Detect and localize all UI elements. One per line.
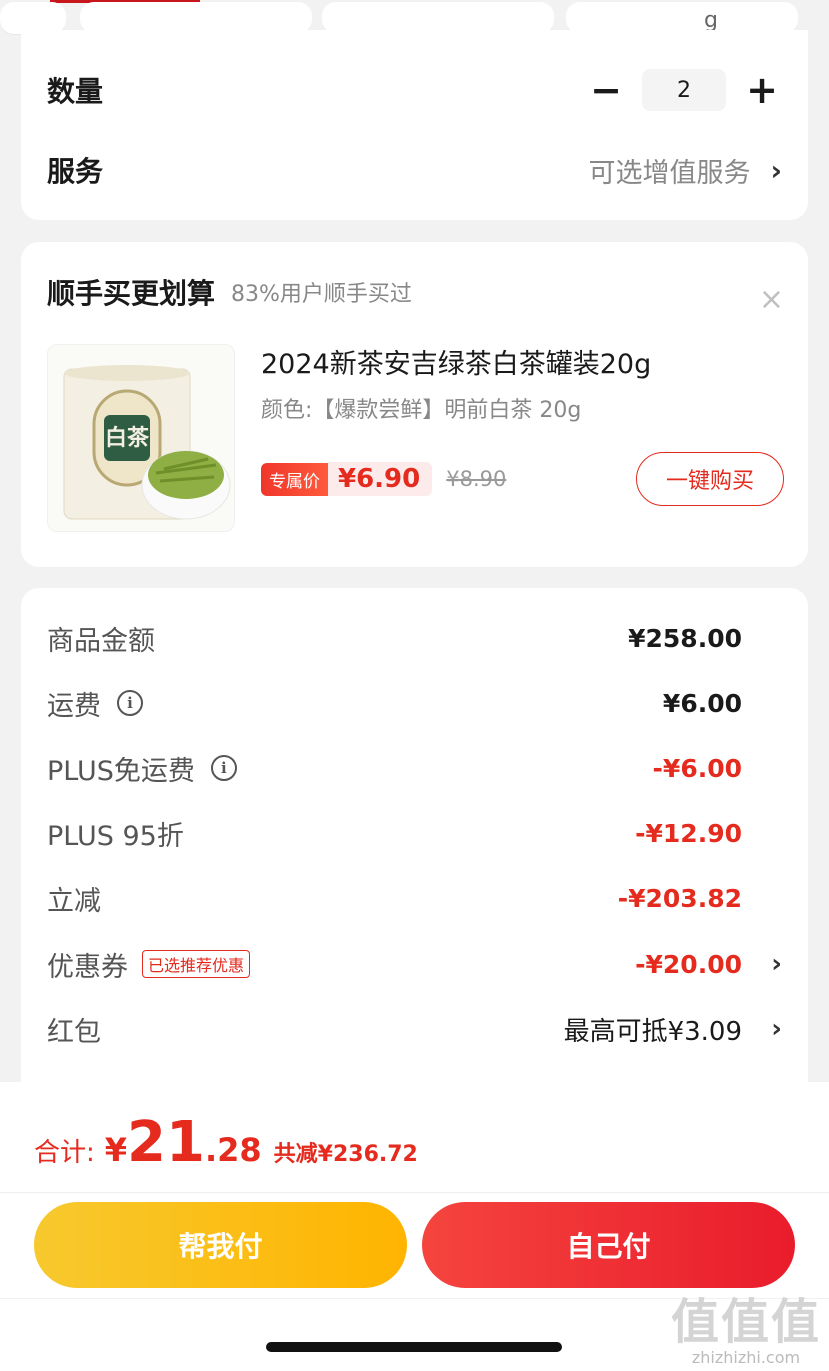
summary-label: 立减: [47, 885, 101, 917]
total-decimal: .28: [204, 1131, 262, 1169]
total-currency: ¥: [104, 1131, 128, 1169]
original-price: ¥8.90: [446, 467, 507, 491]
addon-price: 专属价 ¥6.90 ¥8.90: [261, 462, 506, 496]
quantity-plus-button[interactable]: +: [742, 71, 782, 109]
chevron-right-icon: ›: [771, 949, 782, 979]
summary-value: -¥12.90: [635, 818, 742, 848]
exclusive-price-tag: 专属价: [261, 462, 328, 496]
exclusive-price: ¥6.90: [328, 462, 433, 496]
chevron-right-icon: ›: [770, 153, 782, 187]
price-summary-card: 商品金额 ¥258.00 运费 i ¥6.00 PLUS免运费 i -¥6.00…: [21, 588, 808, 1108]
addon-product-spec: 颜色:【爆款尝鲜】明前白茶 20g: [261, 398, 582, 423]
self-pay-button[interactable]: 自己付: [422, 1202, 795, 1288]
tea-can-image[interactable]: 白茶: [47, 344, 235, 532]
summary-row-plus-shipping: PLUS免运费 i -¥6.00: [47, 748, 782, 788]
quantity-label: 数量: [47, 75, 104, 108]
one-click-buy-button[interactable]: 一键购买: [636, 452, 784, 506]
summary-row-plus-discount: PLUS 95折 -¥12.90: [47, 813, 782, 853]
summary-label-wrap: PLUS免运费 i: [47, 749, 237, 788]
total-saved: 共减¥236.72: [273, 1142, 418, 1167]
service-label: 服务: [47, 155, 104, 188]
total-amount: 合计: ¥ 21 .28 共减¥236.72: [34, 1110, 418, 1175]
summary-label: PLUS 95折: [47, 820, 184, 852]
info-icon[interactable]: i: [117, 690, 143, 716]
recommend-badge: 已选推荐优惠: [142, 950, 251, 978]
summary-label: 红包: [47, 1016, 101, 1048]
addon-subtitle: 83%用户顺手买过: [231, 282, 412, 307]
addon-title: 顺手买更划算: [47, 277, 216, 310]
watermark-text: zhizhizhi.com: [691, 1348, 801, 1367]
divider: [0, 1192, 829, 1193]
summary-label: 优惠券: [47, 951, 128, 983]
summary-value: -¥20.00: [635, 949, 742, 979]
watermark-glyph: 值值值: [670, 1294, 821, 1350]
summary-row-shipping: 运费 i ¥6.00: [47, 683, 782, 723]
home-indicator[interactable]: [266, 1342, 562, 1352]
quantity-stepper: − 2 +: [586, 69, 782, 111]
summary-label-wrap: 运费 i: [47, 684, 143, 723]
addon-product-title[interactable]: 2024新茶安吉绿茶白茶罐装20g: [261, 342, 651, 381]
quantity-row: 数量 − 2 +: [47, 68, 782, 112]
summary-label: PLUS免运费: [47, 755, 195, 787]
quantity-input[interactable]: 2: [642, 69, 726, 111]
summary-label: 运费: [47, 690, 101, 722]
info-icon[interactable]: i: [210, 755, 237, 781]
summary-row-red-packet[interactable]: 红包 最高可抵¥3.09 ›: [47, 1009, 782, 1049]
quantity-minus-button[interactable]: −: [586, 71, 626, 109]
watermark-logo: 值值值 zhizhizhi.com: [671, 1282, 821, 1367]
close-icon[interactable]: ×: [759, 282, 784, 317]
checkout-bar: 合计: ¥ 21 .28 共减¥236.72 帮我付 自己付 值值值 zhizh…: [0, 1082, 829, 1371]
total-label: 合计:: [34, 1138, 95, 1168]
service-value: 可选增值服务: [588, 157, 751, 189]
summary-row-instant-discount: 立减 -¥203.82: [47, 878, 782, 918]
addon-card: 顺手买更划算 83%用户顺手买过 × 白茶 2024新茶安吉绿茶白茶罐装20g …: [21, 242, 808, 567]
tea-can-label: 白茶: [105, 425, 150, 451]
options-card: 数量 − 2 + 服务 可选增值服务 ›: [21, 30, 808, 220]
summary-row-coupon[interactable]: 优惠券 已选推荐优惠 -¥20.00 ›: [47, 944, 782, 984]
summary-value: ¥6.00: [662, 688, 742, 718]
summary-value: -¥203.82: [617, 883, 742, 913]
addon-header: 顺手买更划算 83%用户顺手买过: [47, 270, 782, 314]
help-pay-button[interactable]: 帮我付: [34, 1202, 407, 1288]
summary-value: ¥258.00: [628, 623, 742, 653]
summary-value: 最高可抵¥3.09: [563, 1016, 742, 1047]
total-integer: 21: [127, 1110, 205, 1175]
chevron-right-icon: ›: [771, 1014, 782, 1044]
summary-value: -¥6.00: [652, 753, 742, 783]
summary-label: 商品金额: [47, 625, 155, 657]
service-row[interactable]: 服务 可选增值服务 ›: [47, 148, 782, 192]
summary-row-goods: 商品金额 ¥258.00: [47, 618, 782, 658]
summary-label-wrap: 优惠券 已选推荐优惠: [47, 945, 251, 984]
